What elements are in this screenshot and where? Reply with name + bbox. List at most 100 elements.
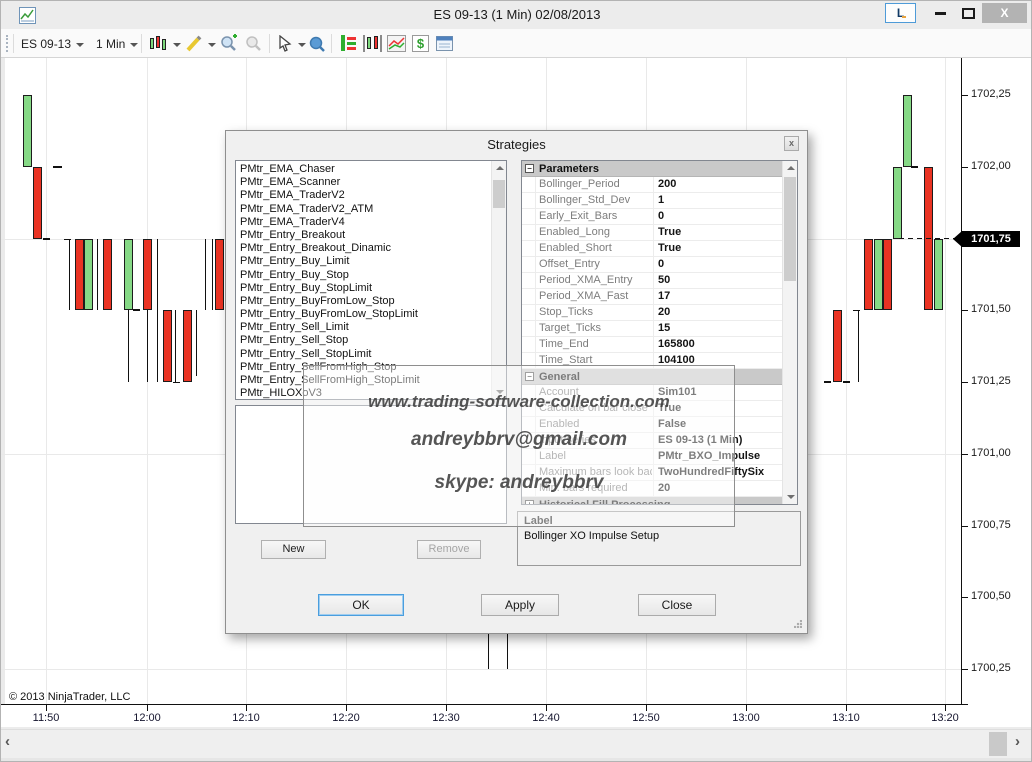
time-tick xyxy=(546,705,547,711)
property-value[interactable]: 0 xyxy=(653,257,783,273)
price-tick-label: 1701,25 xyxy=(971,375,1011,387)
row-gutter xyxy=(522,257,536,273)
scroll-up-icon[interactable] xyxy=(783,161,798,175)
link-button[interactable]: L xyxy=(885,3,916,23)
collapse-icon[interactable]: − xyxy=(525,164,534,173)
strategy-list-item[interactable]: PMtr_Entry_BuyFromLow_Stop xyxy=(236,295,506,308)
dialog-title: Strategies xyxy=(226,137,807,152)
strategy-list-item[interactable]: PMtr_EMA_TraderV4 xyxy=(236,216,506,229)
grid-scrollbar[interactable] xyxy=(782,161,797,504)
overlay-icon[interactable] xyxy=(387,34,406,53)
property-row[interactable]: Early_Exit_Bars0 xyxy=(522,209,783,225)
strategy-list-item[interactable]: PMtr_EMA_TraderV2 xyxy=(236,189,506,202)
candles-panel-icon[interactable] xyxy=(363,34,382,53)
property-value[interactable]: 17 xyxy=(653,289,783,305)
section-header[interactable]: −Parameters xyxy=(522,161,783,177)
property-row[interactable]: Offset_Entry0 xyxy=(522,257,783,273)
dollar-icon[interactable]: $ xyxy=(411,34,430,53)
horizontal-scrollbar[interactable]: ‹ › xyxy=(1,729,1032,758)
property-value[interactable]: 165800 xyxy=(653,337,783,353)
strategy-list-item[interactable]: PMtr_Entry_Breakout xyxy=(236,229,506,242)
price-tick-label: 1700,75 xyxy=(971,519,1011,531)
maximize-button[interactable] xyxy=(956,3,980,23)
price-tick xyxy=(961,167,968,168)
time-tick-label: 13:20 xyxy=(925,712,965,724)
property-row[interactable]: Enabled_ShortTrue xyxy=(522,241,783,257)
property-value[interactable]: 50 xyxy=(653,273,783,289)
strategy-list-item[interactable]: PMtr_Entry_Sell_Limit xyxy=(236,321,506,334)
property-value[interactable]: True xyxy=(653,225,783,241)
chart-trader-icon[interactable] xyxy=(339,34,358,53)
scrollbar-thumb[interactable] xyxy=(989,732,1007,756)
instrument-selector[interactable]: ES 09-13 xyxy=(21,32,84,55)
strategy-list-item[interactable]: PMtr_Entry_Sell_StopLimit xyxy=(236,348,506,361)
resize-grip[interactable] xyxy=(794,620,802,628)
dialog-close-button[interactable]: x xyxy=(784,136,799,151)
pencil-icon xyxy=(185,35,203,53)
strategy-list-item[interactable]: PMtr_Entry_Buy_StopLimit xyxy=(236,282,506,295)
row-gutter xyxy=(522,321,536,337)
data-box-button[interactable] xyxy=(307,32,327,55)
property-row[interactable]: Time_End165800 xyxy=(522,337,783,353)
scroll-right-icon[interactable]: › xyxy=(1015,733,1020,750)
row-gutter xyxy=(522,273,536,289)
scrollbar-thumb[interactable] xyxy=(493,180,505,208)
strategy-list-item[interactable]: PMtr_EMA_Chaser xyxy=(236,163,506,176)
price-tick xyxy=(961,382,968,383)
toolbar-grip[interactable] xyxy=(6,35,9,52)
drawing-tools-button[interactable] xyxy=(185,32,216,55)
property-label: Period_XMA_Fast xyxy=(536,289,652,305)
strategy-list-item[interactable]: PMtr_Entry_Buy_Stop xyxy=(236,269,506,282)
strategy-list-item[interactable]: PMtr_Entry_Breakout_Dinamic xyxy=(236,242,506,255)
close-button[interactable]: X xyxy=(982,3,1027,23)
interval-selector[interactable]: 1 Min xyxy=(96,32,138,55)
property-value[interactable]: 200 xyxy=(653,177,783,193)
strategy-list-item[interactable]: PMtr_EMA_TraderV2_ATM xyxy=(236,203,506,216)
scroll-up-icon[interactable] xyxy=(492,161,507,175)
scrollbar-thumb[interactable] xyxy=(784,177,796,281)
candle xyxy=(33,167,42,239)
toolbar: ES 09-13 1 Min xyxy=(1,29,1032,58)
scroll-down-icon[interactable] xyxy=(783,490,798,504)
zoom-in-button[interactable] xyxy=(219,32,239,55)
property-value[interactable]: 20 xyxy=(653,305,783,321)
property-value[interactable]: 1 xyxy=(653,193,783,209)
scroll-left-icon[interactable]: ‹ xyxy=(5,733,10,750)
strategy-list-item[interactable]: PMtr_Entry_Buy_Limit xyxy=(236,255,506,268)
strategy-list-item[interactable]: PMtr_EMA_Scanner xyxy=(236,176,506,189)
ok-button[interactable]: OK xyxy=(318,594,404,616)
cursor-icon xyxy=(277,35,293,53)
strategy-listbox[interactable]: PMtr_EMA_ChaserPMtr_EMA_ScannerPMtr_EMA_… xyxy=(235,160,507,400)
open-close-dash xyxy=(843,381,850,383)
property-row[interactable]: Period_XMA_Entry50 xyxy=(522,273,783,289)
chevron-down-icon xyxy=(298,43,306,47)
property-row[interactable]: Bollinger_Period200 xyxy=(522,177,783,193)
watermark-line: www.trading-software-collection.com xyxy=(304,392,734,412)
list-scrollbar[interactable] xyxy=(491,161,506,399)
price-tick-label: 1702,00 xyxy=(971,160,1011,172)
strategy-list-item[interactable]: PMtr_Entry_Sell_Stop xyxy=(236,334,506,347)
candle-wick xyxy=(212,239,213,310)
candle xyxy=(163,310,172,382)
close-dialog-button[interactable]: Close xyxy=(638,594,716,616)
new-button[interactable]: New xyxy=(261,540,326,559)
property-row[interactable]: Stop_Ticks20 xyxy=(522,305,783,321)
apply-button[interactable]: Apply xyxy=(481,594,559,616)
candle xyxy=(23,95,32,167)
pointer-button[interactable] xyxy=(277,32,306,55)
property-row[interactable]: Bollinger_Std_Dev1 xyxy=(522,193,783,209)
interval-label: 1 Min xyxy=(96,37,125,51)
chart-style-button[interactable] xyxy=(149,32,181,55)
property-row[interactable]: Enabled_LongTrue xyxy=(522,225,783,241)
property-label: Period_XMA_Entry xyxy=(536,273,652,289)
property-row[interactable]: Target_Ticks15 xyxy=(522,321,783,337)
separator xyxy=(13,34,14,53)
property-value[interactable]: True xyxy=(653,241,783,257)
property-value[interactable]: 15 xyxy=(653,321,783,337)
strategy-list-item[interactable]: PMtr_Entry_BuyFromLow_StopLimit xyxy=(236,308,506,321)
current-price-dashed-line xyxy=(899,238,961,239)
properties-icon[interactable] xyxy=(435,34,454,53)
property-row[interactable]: Period_XMA_Fast17 xyxy=(522,289,783,305)
property-value[interactable]: 0 xyxy=(653,209,783,225)
minimize-button[interactable] xyxy=(929,3,951,23)
